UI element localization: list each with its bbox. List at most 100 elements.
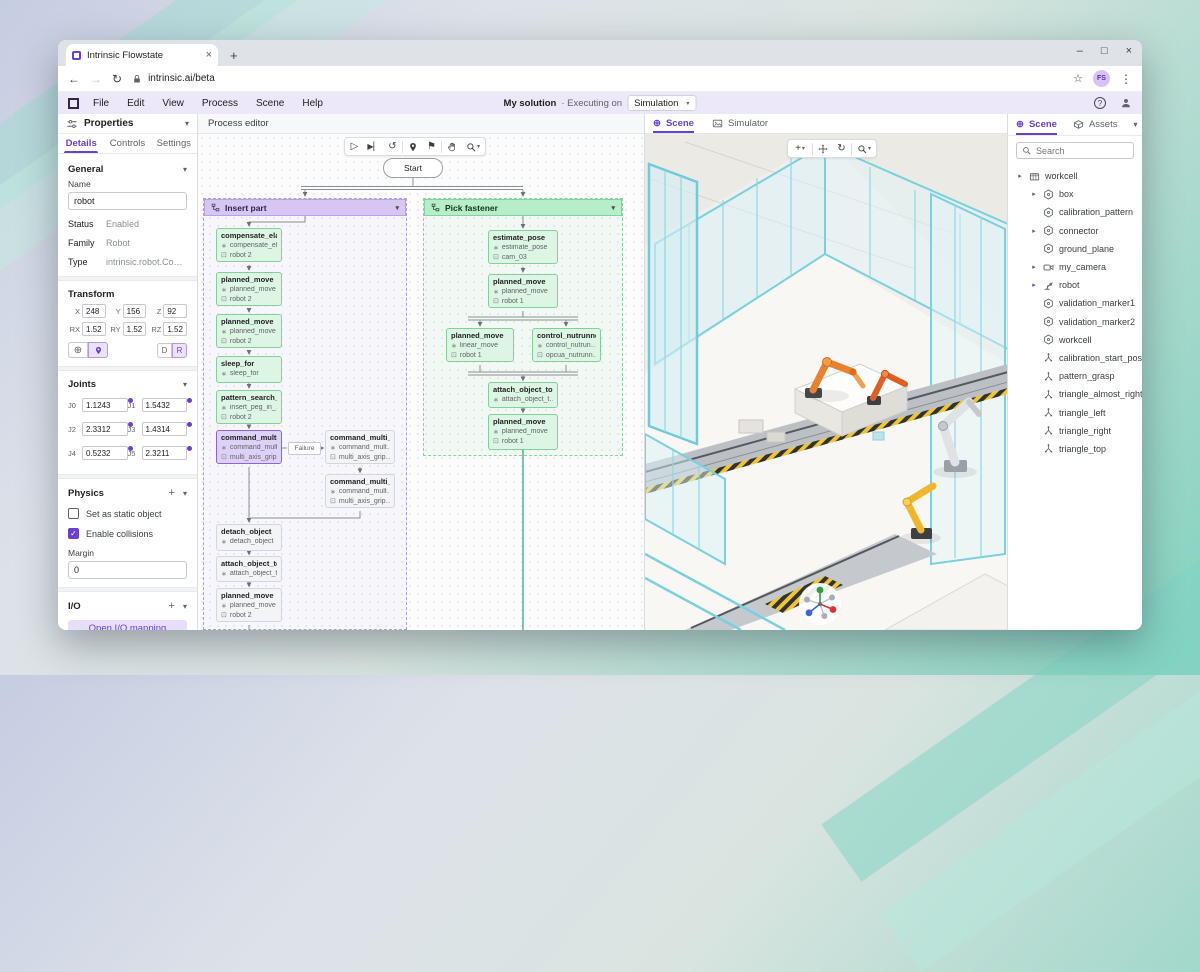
radians-toggle[interactable]: R: [172, 343, 187, 358]
flow-node-planned-move[interactable]: planned_move ∗planned_move ⊡robot 2: [216, 272, 282, 306]
flow-node-command-multi-selected[interactable]: command_multi_… ∗command_mult… ⊡multi_ax…: [216, 430, 282, 464]
tab-settings[interactable]: Settings: [151, 134, 197, 153]
chevron-down-icon[interactable]: ▾: [185, 119, 189, 128]
tab-details[interactable]: Details: [58, 134, 104, 153]
tab-simulator[interactable]: Simulator: [712, 114, 768, 133]
chevron-right-icon[interactable]: ▸: [1030, 263, 1038, 271]
account-icon[interactable]: [1120, 97, 1132, 109]
address-field[interactable]: intrinsic.ai/beta: [132, 73, 1063, 84]
tree-item-robot[interactable]: ▸ robot: [1008, 276, 1142, 294]
window-minimize-button[interactable]: –: [1077, 45, 1083, 57]
reset-button[interactable]: ↺: [383, 138, 402, 155]
transform-rx-input[interactable]: [82, 322, 106, 336]
tree-item-validation-marker1[interactable]: validation_marker1: [1008, 294, 1142, 312]
chevron-down-icon[interactable]: ▾: [395, 204, 399, 212]
flow-node-control-nutrunner[interactable]: control_nutrunne… ∗control_nutrun… ⊡opcu…: [532, 328, 601, 362]
tree-item-workcell[interactable]: workcell: [1008, 331, 1142, 349]
flow-node-attach-object[interactable]: attach_object_to… ∗attach_object_t…: [216, 556, 282, 582]
flow-node-linear-move[interactable]: planned_move ∗linear_move ⊡robot 1: [446, 328, 514, 362]
flow-node-planned-move[interactable]: planned_move ∗planned_move ⊡robot 1: [488, 274, 558, 308]
skip-to-end-button[interactable]: ▶▏: [364, 138, 383, 155]
forward-button[interactable]: →: [90, 72, 102, 86]
pin-tool-button[interactable]: [403, 138, 422, 155]
window-close-button[interactable]: ×: [1126, 45, 1132, 57]
flow-node-attach-object[interactable]: attach_object_to… ∗attach_object_t…: [488, 382, 558, 408]
menu-file[interactable]: File: [93, 98, 109, 109]
tab-scene[interactable]: ⊕ Scene: [653, 114, 694, 133]
tree-item-box[interactable]: ▸ box: [1008, 185, 1142, 203]
chevron-right-icon[interactable]: ▸: [1016, 172, 1024, 180]
scene-3d-canvas[interactable]: +▾ ↻ ▾: [645, 134, 1007, 630]
transform-ry-input[interactable]: [123, 322, 147, 336]
joint-j2-input[interactable]: [82, 422, 128, 436]
transform-rz-input[interactable]: [163, 322, 187, 336]
play-button[interactable]: ▷: [345, 138, 364, 155]
profile-avatar[interactable]: FS: [1093, 70, 1110, 87]
tree-item-triangle-right[interactable]: triangle_right: [1008, 422, 1142, 440]
joint-j3-input[interactable]: [142, 422, 188, 436]
general-section-header[interactable]: General ▾: [68, 164, 187, 175]
chevron-down-icon[interactable]: ▾: [611, 204, 615, 212]
enable-collisions-row[interactable]: ✓ Enable collisions: [68, 528, 187, 539]
tree-item-validation-marker2[interactable]: validation_marker2: [1008, 313, 1142, 331]
flow-node-estimate-pose[interactable]: estimate_pose ∗estimate_pose ⊡cam_03: [488, 230, 558, 264]
open-io-mapping-button[interactable]: Open I/O mapping: [68, 620, 187, 630]
name-input[interactable]: [68, 192, 187, 210]
add-icon[interactable]: +: [169, 600, 175, 612]
chevron-right-icon[interactable]: ▸: [1030, 190, 1038, 198]
degrees-toggle[interactable]: D: [157, 343, 172, 358]
menu-view[interactable]: View: [162, 98, 184, 109]
chevron-right-icon[interactable]: ▸: [1030, 227, 1038, 235]
tree-item-my-camera[interactable]: ▸ my_camera: [1008, 258, 1142, 276]
joint-j0-input[interactable]: [82, 398, 128, 412]
back-button[interactable]: ←: [68, 72, 80, 86]
margin-input[interactable]: [68, 561, 187, 579]
bookmark-star-icon[interactable]: ☆: [1073, 72, 1083, 85]
static-object-checkbox[interactable]: [68, 508, 79, 519]
orbit-tool-button[interactable]: ↻: [832, 140, 851, 157]
environment-select[interactable]: Simulation ▾: [627, 95, 696, 111]
menu-edit[interactable]: Edit: [127, 98, 144, 109]
tree-item-triangle-almost-right[interactable]: triangle_almost_right: [1008, 385, 1142, 403]
joint-j4-input[interactable]: [82, 446, 128, 460]
flow-node-planned-move[interactable]: planned_move ∗planned_move ⊡robot 2: [216, 314, 282, 348]
flow-node-command-multi-failure1[interactable]: command_multi_… ∗command_mult… ⊡multi_ax…: [325, 430, 395, 464]
zoom-tool-button[interactable]: ▾: [852, 140, 876, 157]
flow-node-detach-object[interactable]: detach_object ∗detach_object: [216, 524, 282, 551]
tree-item-ground-plane[interactable]: ground_plane: [1008, 240, 1142, 258]
tree-item-workcell-root[interactable]: ▸ workcell: [1008, 167, 1142, 185]
joint-j5-input[interactable]: [142, 446, 188, 460]
menu-help[interactable]: Help: [302, 98, 323, 109]
add-object-button[interactable]: +▾: [788, 140, 812, 157]
enable-collisions-checkbox[interactable]: ✓: [68, 528, 79, 539]
scene-search[interactable]: [1016, 142, 1134, 159]
reload-button[interactable]: ↻: [112, 72, 122, 86]
transform-y-input[interactable]: [123, 304, 147, 318]
browser-tab[interactable]: Intrinsic Flowstate ×: [66, 44, 218, 66]
new-tab-button[interactable]: +: [230, 48, 238, 66]
joints-section-header[interactable]: Joints ▾: [68, 379, 187, 390]
process-canvas[interactable]: ▷ ▶▏ ↺ ⚑ ▾ Start Insert part ▾: [198, 134, 644, 630]
search-input[interactable]: [1036, 146, 1128, 156]
flow-node-command-multi-failure2[interactable]: command_multi_… ∗command_mult… ⊡multi_ax…: [325, 474, 395, 508]
physics-section-header[interactable]: Physics + ▾: [68, 487, 187, 499]
menu-process[interactable]: Process: [202, 98, 238, 109]
group-insert-part-header[interactable]: Insert part ▾: [204, 199, 406, 216]
tree-item-pattern-grasp[interactable]: pattern_grasp: [1008, 367, 1142, 385]
flow-node-compensate[interactable]: compensate_elas… ∗compensate_el… ⊡robot …: [216, 228, 282, 262]
transform-z-input[interactable]: [163, 304, 187, 318]
start-node[interactable]: Start: [383, 158, 443, 178]
browser-menu-kebab-icon[interactable]: ⋮: [1120, 72, 1132, 86]
pan-tool-button[interactable]: [442, 138, 461, 155]
tree-item-triangle-left[interactable]: triangle_left: [1008, 403, 1142, 421]
static-object-row[interactable]: Set as static object: [68, 508, 187, 519]
tree-item-triangle-top[interactable]: triangle_top: [1008, 440, 1142, 458]
chevron-right-icon[interactable]: ▸: [1030, 281, 1038, 289]
properties-header[interactable]: Properties ▾: [58, 114, 197, 134]
flow-node-pattern-search[interactable]: pattern_search_i… ∗insert_peg_in_… ⊡robo…: [216, 390, 282, 424]
tab-scene-tree[interactable]: ⊕ Scene: [1016, 114, 1057, 135]
help-icon[interactable]: ?: [1094, 97, 1106, 109]
joint-j1-input[interactable]: [142, 398, 188, 412]
tree-item-connector[interactable]: ▸ connector: [1008, 222, 1142, 240]
flag-tool-button[interactable]: ⚑: [422, 138, 441, 155]
